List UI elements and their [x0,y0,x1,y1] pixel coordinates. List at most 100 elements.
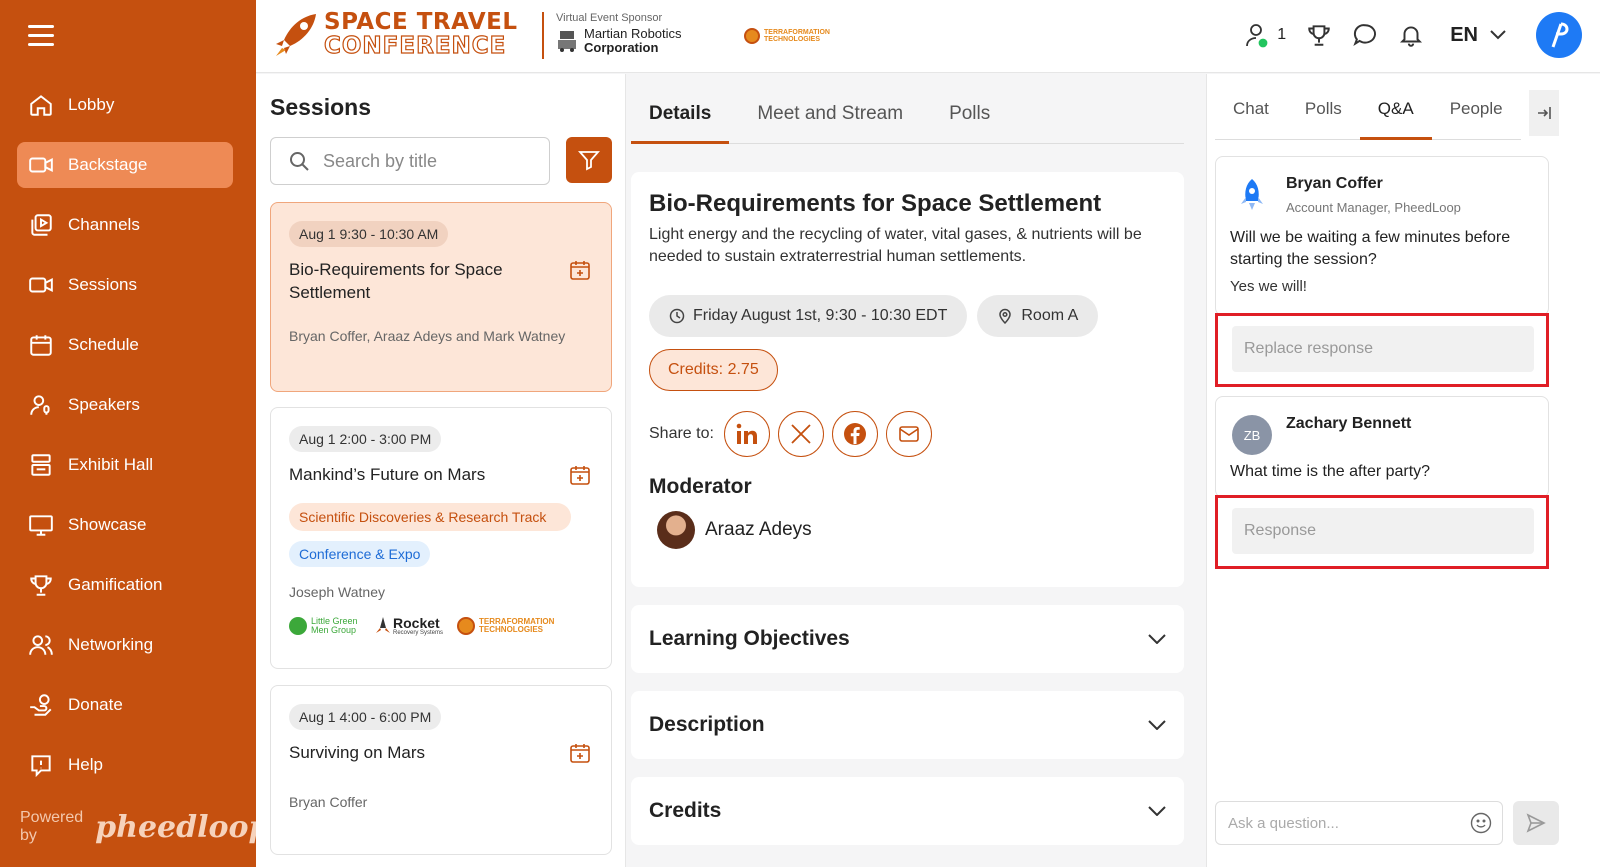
accordion-credits[interactable]: Credits [631,777,1184,845]
sidebar-item-backstage[interactable]: Backstage [17,142,233,188]
response-input[interactable]: Response [1232,508,1534,554]
session-time: Aug 1 4:00 - 6:00 PM [289,704,442,730]
pheedloop-logo[interactable]: pheedloop [95,810,269,845]
session-card[interactable]: Aug 1 9:30 - 10:30 AM Bio-Requirements f… [270,202,612,392]
tab-polls[interactable]: Polls [1287,90,1360,140]
send-icon [1526,813,1546,833]
planet-icon [457,616,476,635]
asker-role: Account Manager, PheedLoop [1286,200,1461,215]
language-select[interactable]: EN [1450,24,1506,47]
tab-people[interactable]: People [1432,90,1521,140]
tab-polls[interactable]: Polls [931,96,1008,144]
tab-qa[interactable]: Q&A [1359,90,1432,140]
tab-chat[interactable]: Chat [1215,90,1287,140]
add-to-calendar-icon[interactable] [569,742,591,764]
sidebar-item-gamification[interactable]: Gamification [17,562,233,608]
chevron-down-icon [1490,30,1506,40]
terraformation-logo-text: TERRAFORMATION TECHNOLOGIES [764,29,830,43]
event-tag: Conference & Expo [289,541,431,568]
sponsor-name-line2: Corporation [584,39,659,55]
location-pin-icon [999,308,1012,324]
tab-details[interactable]: Details [631,96,730,144]
ask-question-placeholder: Ask a question... [1228,814,1339,832]
sidebar-item-networking[interactable]: Networking [17,622,233,668]
rocket-icon [1241,179,1263,210]
session-title: Bio-Requirements for Space Settlement [289,260,503,302]
emoji-icon[interactable] [1470,812,1492,834]
conference-logo[interactable]: SPACE TRAVEL CONFERENCE [272,10,518,58]
track-tag: Scientific Discoveries & Research Track [289,502,571,532]
room-pill: Room A [977,294,1099,337]
x-share-button[interactable] [777,410,824,457]
credits-pill: Credits: 2.75 [649,348,778,391]
session-time: Aug 1 9:30 - 10:30 AM [289,221,449,247]
avatar-initials: ZB [1243,427,1261,443]
sidebar-item-donate[interactable]: Donate [17,682,233,728]
moderator[interactable]: Araaz Adeys [649,510,1166,549]
session-card[interactable]: Aug 1 4:00 - 6:00 PM Surviving on Mars B… [270,685,612,855]
search-icon [290,152,309,171]
sidebar-item-channels[interactable]: Channels [17,202,233,248]
filter-button[interactable] [566,137,612,183]
terraformation-logo[interactable]: TERRAFORMATION TECHNOLOGIES [744,28,830,44]
sidebar-item-lobby[interactable]: Lobby [17,82,233,128]
brand-title-line2: CONFERENCE [323,32,507,59]
sponsor-block[interactable]: Virtual Event Sponsor Martian Robotics C… [556,12,682,54]
add-to-calendar-icon[interactable] [569,259,591,281]
ask-question-input[interactable]: Ask a question... [1215,801,1503,845]
trophy-icon[interactable] [1306,22,1332,48]
accordion-title: Description [649,713,765,736]
qa-panel: Chat Polls Q&A People Bryan Coffer Accou… [1206,74,1600,867]
response-input[interactable]: Replace response [1232,326,1534,372]
sponsor-logo-little-green: Little Green Men Group [289,616,359,635]
sidebar-item-sessions[interactable]: Sessions [17,262,233,308]
pheedloop-mark-icon [1551,22,1569,48]
menu-icon[interactable] [28,25,54,47]
session-card[interactable]: Aug 1 2:00 - 3:00 PM Mankind’s Future on… [270,407,612,669]
filter-icon [578,151,600,171]
trophy-icon [30,575,52,596]
search-input[interactable]: Search by title [270,137,550,185]
calendar-icon [30,335,52,356]
sidebar-item-label: Gamification [68,575,163,594]
sidebar-item-schedule[interactable]: Schedule [17,322,233,368]
sidebar-item-exhibit-hall[interactable]: Exhibit Hall [17,442,233,488]
sidebar-item-label: Showcase [68,515,147,534]
send-button[interactable] [1513,801,1559,845]
moderator-avatar [657,510,695,549]
sidebar-item-label: Networking [68,635,154,654]
sidebar-item-speakers[interactable]: Speakers [17,382,233,428]
header-divider [542,12,544,59]
question-text: What time is the after party? [1230,463,1431,480]
sidebar-item-label: Schedule [68,335,139,354]
chat-bubble-icon[interactable] [1352,22,1378,48]
email-share-button[interactable] [885,410,932,457]
accordion-description[interactable]: Description [631,691,1184,759]
share-row: Share to: [649,410,1166,457]
tree-icon [289,616,307,635]
sidebar-item-showcase[interactable]: Showcase [17,502,233,548]
mail-icon [899,425,919,442]
question-card: ZB Zachary Bennett What time is the afte… [1215,396,1549,498]
response-highlight: Response [1215,495,1549,569]
video-camera-icon [29,277,53,293]
tab-meet-and-stream[interactable]: Meet and Stream [739,96,921,144]
sidebar-item-help[interactable]: Help [17,742,233,788]
booth-icon [31,454,51,476]
facebook-share-button[interactable] [831,410,878,457]
sidebar-item-label: Sessions [68,275,137,294]
linkedin-share-button[interactable] [723,410,770,457]
accordion-learning-objectives[interactable]: Learning Objectives [631,605,1184,673]
asker-name: Bryan Coffer [1286,175,1383,192]
clock-icon [669,308,685,324]
sponsor-caption: Virtual Event Sponsor [556,12,663,24]
sidebar-item-label: Speakers [68,395,140,414]
add-to-calendar-icon[interactable] [569,464,591,486]
rocket-icon [276,14,316,56]
bell-icon[interactable] [1398,22,1424,48]
user-avatar[interactable] [1536,12,1582,58]
brand-title-line1: SPACE TRAVEL [324,8,518,35]
sponsor-logo-text: TERRAFORMATION TECHNOLOGIES [479,616,555,634]
user-online-icon[interactable] [1245,22,1271,48]
collapse-panel-button[interactable] [1529,90,1559,136]
